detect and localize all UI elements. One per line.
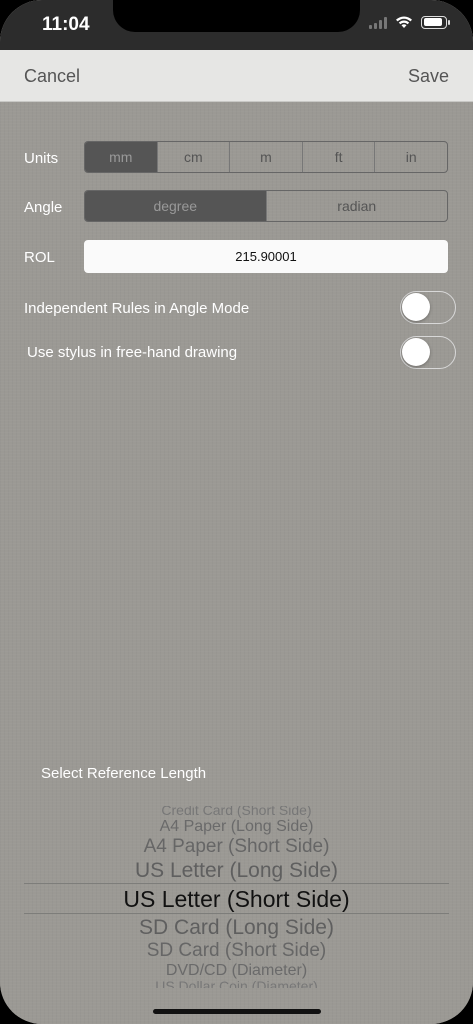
angle-segmented-control: degree radian	[84, 190, 448, 222]
reference-length-picker[interactable]: Credit Card (Short Side) A4 Paper (Long …	[24, 806, 449, 988]
units-option-m[interactable]: m	[230, 142, 303, 172]
units-option-in[interactable]: in	[375, 142, 447, 172]
status-icons	[369, 15, 450, 29]
picker-item[interactable]: US Letter (Long Side)	[24, 859, 449, 883]
status-time: 11:04	[42, 14, 90, 35]
status-bar: 11:04	[0, 0, 473, 50]
units-option-mm[interactable]: mm	[85, 142, 158, 172]
units-option-cm[interactable]: cm	[158, 142, 231, 172]
save-button[interactable]: Save	[408, 66, 449, 87]
units-segmented-control: mm cm m ft in	[84, 141, 448, 173]
angle-label: Angle	[24, 199, 63, 216]
picker-selection-top-line	[24, 883, 449, 884]
rol-input[interactable]: 215.90001	[84, 240, 448, 273]
picker-item[interactable]: A4 Paper (Long Side)	[24, 818, 449, 836]
home-indicator[interactable]	[153, 1009, 321, 1014]
units-option-ft[interactable]: ft	[303, 142, 376, 172]
battery-icon	[421, 15, 450, 29]
screen: 11:04 Cancel Save Units mm cm m ft in An…	[0, 0, 473, 1024]
cellular-signal-icon	[369, 15, 387, 29]
picker-item[interactable]: Credit Card (Short Side)	[24, 806, 449, 818]
angle-option-radian[interactable]: radian	[267, 191, 448, 221]
notch	[113, 0, 360, 32]
use-stylus-label: Use stylus in free-hand drawing	[27, 344, 238, 361]
picker-item-selected[interactable]: US Letter (Short Side)	[24, 886, 449, 913]
navigation-bar: Cancel Save	[0, 50, 473, 102]
independent-rules-switch[interactable]	[400, 291, 456, 324]
picker-item[interactable]: US Dollar Coin (Diameter)	[24, 978, 449, 988]
cancel-button[interactable]: Cancel	[24, 66, 80, 87]
switch-knob	[402, 338, 430, 366]
picker-selection-bottom-line	[24, 913, 449, 914]
rol-label: ROL	[24, 249, 55, 266]
wifi-icon	[396, 16, 412, 28]
picker-title: Select Reference Length	[41, 765, 207, 782]
switch-knob	[402, 293, 430, 321]
use-stylus-switch[interactable]	[400, 336, 456, 369]
picker-item[interactable]: A4 Paper (Short Side)	[24, 836, 449, 858]
units-label: Units	[24, 150, 59, 167]
picker-item[interactable]: SD Card (Short Side)	[24, 940, 449, 962]
angle-option-degree[interactable]: degree	[85, 191, 267, 221]
picker-item[interactable]: SD Card (Long Side)	[24, 916, 449, 940]
independent-rules-label: Independent Rules in Angle Mode	[24, 300, 250, 317]
